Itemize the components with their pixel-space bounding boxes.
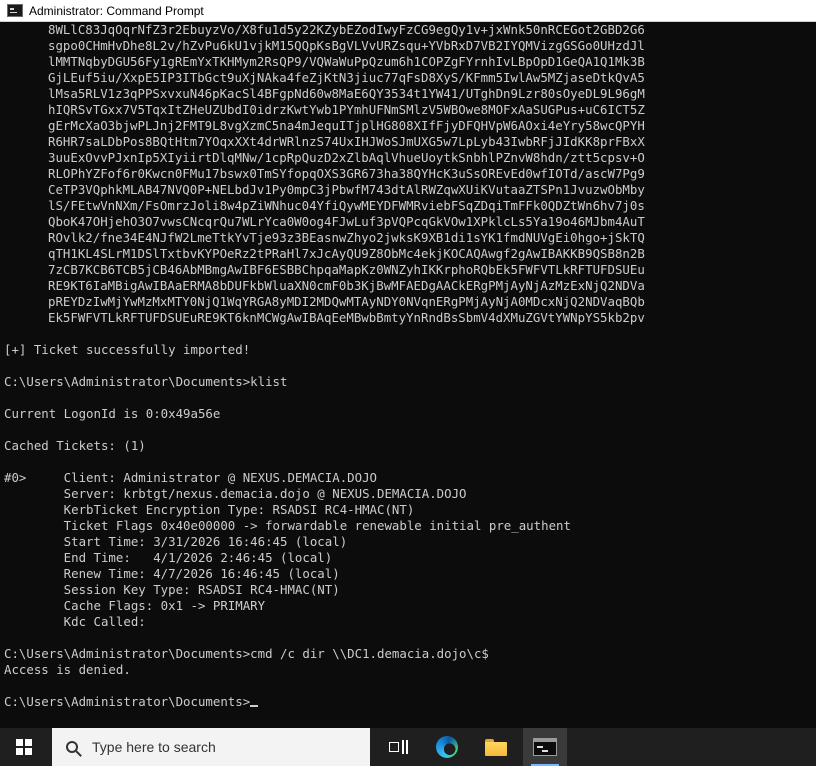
b64-line: hIQRSvTGxx7V5TqxItZHeUZUbdI0idrzKwtYwb1P… xyxy=(48,102,645,117)
b64-line: CeTP3VQphkMLAB47NVQ0P+NELbdJv1Py0mpC3jPb… xyxy=(48,182,645,197)
ticket-flags: Ticket Flags 0x40e00000 -> forwardable r… xyxy=(4,518,571,533)
import-status: [+] Ticket successfully imported! xyxy=(4,342,251,357)
edge-icon xyxy=(436,736,458,758)
console-output[interactable]: 8WLlC83JqOqrNfZ3r2EbuyzVo/X8fu1d5y22KZyb… xyxy=(0,22,816,728)
b64-line: lS/FEtwVnNXm/FsOmrzJoli8w4pZiWNhuc04YfiQ… xyxy=(48,198,645,213)
b64-line: sgpo0CHmHvDhe8L2v/hZvPu6kU1vjkM15QQpKsBg… xyxy=(48,38,645,53)
cmd-icon xyxy=(533,738,557,756)
search-icon xyxy=(63,738,81,756)
window-titlebar[interactable]: Administrator: Command Prompt xyxy=(0,0,816,22)
b64-line: gErMcXaO3bjwPLJnj2FMT9L8vgXzmC5na4mJequI… xyxy=(48,118,645,133)
edge-button[interactable] xyxy=(425,728,469,766)
b64-line: 7zCB7KCB6TCB5jCB46AbMBmgAwIBF6ESBBChpqaM… xyxy=(48,262,645,277)
search-placeholder: Type here to search xyxy=(92,739,216,755)
ticket-server: Server: krbtgt/nexus.demacia.dojo @ NEXU… xyxy=(4,486,467,501)
b64-line: lMMTNqbyDGU56Fy1gREmYxTKHMym2RsQP9/VQWaW… xyxy=(48,54,645,69)
start-button[interactable] xyxy=(0,728,48,766)
b64-line: QboK47OHjehO3O7vwsCNcqrQu7WLrYca0W0og4FJ… xyxy=(48,214,645,229)
console-body: [+] Ticket successfully imported! C:\Use… xyxy=(0,326,816,710)
b64-line: pREYDzIwMjYwMzMxMTY0NjQ1WqYRGA8yMDI2MDQw… xyxy=(48,294,645,309)
ticket-end-time: End Time: 4/1/2026 2:46:45 (local) xyxy=(4,550,333,565)
dir-result: Access is denied. xyxy=(4,662,131,677)
b64-line: 3uuExOvvPJxnIp5XIyiirtDlqMNw/1cpRpQuzD2x… xyxy=(48,150,645,165)
cached-tickets-count: Cached Tickets: (1) xyxy=(4,438,146,453)
b64-line: RLOPhYZFof6r0Kwcn0FMu17bswx0TmSYfopqOXS3… xyxy=(48,166,645,181)
ticket-encryption: KerbTicket Encryption Type: RSADSI RC4-H… xyxy=(4,502,415,517)
b64-line: Ek5FWFVTLkRFTUFDSUEuRE9KT6knMCWgAwIBAqEe… xyxy=(48,310,645,325)
text-cursor xyxy=(250,705,259,707)
logon-id: Current LogonId is 0:0x49a56e xyxy=(4,406,221,421)
base64-ticket-block: 8WLlC83JqOqrNfZ3r2EbuyzVo/X8fu1d5y22KZyb… xyxy=(0,22,816,326)
ticket-renew-time: Renew Time: 4/7/2026 16:46:45 (local) xyxy=(4,566,340,581)
taskbar: Type here to search xyxy=(0,728,816,766)
dir-command: C:\Users\Administrator\Documents>cmd /c … xyxy=(4,646,489,661)
window-title: Administrator: Command Prompt xyxy=(29,3,204,18)
task-view-button[interactable] xyxy=(376,728,420,766)
ticket-cache-flags: Cache Flags: 0x1 -> PRIMARY xyxy=(4,598,266,613)
windows-start-icon xyxy=(16,739,32,755)
cmd-taskbar-button[interactable] xyxy=(523,728,567,766)
klist-command: C:\Users\Administrator\Documents>klist xyxy=(4,374,288,389)
ticket-start-time: Start Time: 3/31/2026 16:46:45 (local) xyxy=(4,534,348,549)
b64-line: lMsa5RLV1z3qPPSxvxuN46pKacSl4BFgpNd60w8M… xyxy=(48,86,645,101)
b64-line: RE9KT6IaMBigAwIBAaERMA8bDUFkbWluaXN0cmF0… xyxy=(48,278,645,293)
ticket-client: #0> Client: Administrator @ NEXUS.DEMACI… xyxy=(4,470,377,485)
b64-line: ROvlk2/fne34E4NJfW2LmeTtkYvTje93z3BEasnw… xyxy=(48,230,645,245)
b64-line: GjLEuf5iu/XxpE5IP3ITbGct9uXjNAka4feZjKtN… xyxy=(48,70,645,85)
b64-line: qTH1KL4SLrM1DSlTxtbvKYPOeRz2tPRaHl7xJcAy… xyxy=(48,246,645,261)
cmd-icon xyxy=(7,4,23,17)
b64-line: R6HR7saLDbPos8BQtHtm7YOqxXXt4drWRlnzS74U… xyxy=(48,134,645,149)
ticket-session-key: Session Key Type: RSADSI RC4-HMAC(NT) xyxy=(4,582,340,597)
file-explorer-button[interactable] xyxy=(474,728,518,766)
b64-line: 8WLlC83JqOqrNfZ3r2EbuyzVo/X8fu1d5y22KZyb… xyxy=(48,22,645,37)
taskbar-search[interactable]: Type here to search xyxy=(52,728,370,766)
command-prompt[interactable]: C:\Users\Administrator\Documents> xyxy=(4,694,250,709)
ticket-kdc-called: Kdc Called: xyxy=(4,614,146,629)
file-explorer-icon xyxy=(485,738,507,756)
task-view-icon xyxy=(389,740,407,754)
